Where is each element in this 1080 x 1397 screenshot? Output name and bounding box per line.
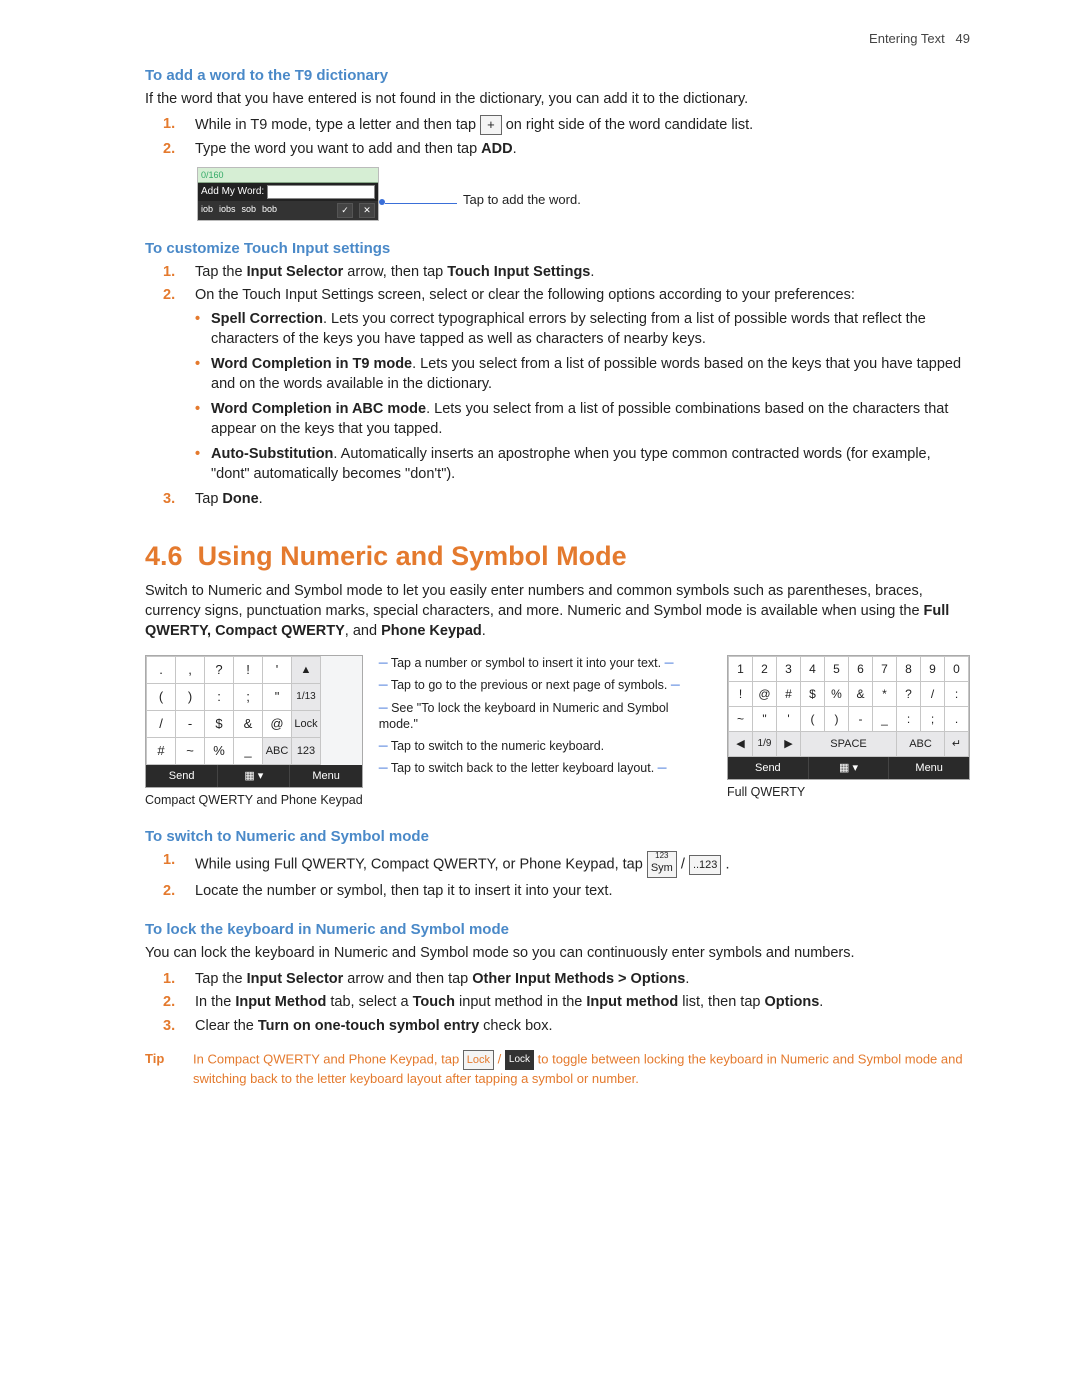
tip: Tip In Compact QWERTY and Phone Keypad, … xyxy=(145,1050,970,1088)
figure-add-word: 0/160 Add My Word: iob iobs sob bob ✓ ✕ … xyxy=(197,167,970,220)
lock-key: Lock xyxy=(292,711,321,738)
sec5-step1: 1. Tap the Input Selector arrow and then… xyxy=(163,970,970,990)
menu-button: Menu xyxy=(290,765,361,787)
callout-dot xyxy=(379,199,385,205)
keyboard-full: 1234567890 !@#$%&*?/: ~"'()-_:;. ◀ 1/9 ▶… xyxy=(727,655,970,780)
123-key: 123 xyxy=(292,738,321,765)
input-selector-icon: ▦ ▾ xyxy=(809,757,890,779)
figure-callouts: ─ Tap a number or symbol to insert it in… xyxy=(379,655,711,783)
send-button: Send xyxy=(146,765,218,787)
callout-text: Tap to add the word. xyxy=(463,191,581,209)
tip-body: In Compact QWERTY and Phone Keypad, tap … xyxy=(193,1050,970,1088)
heading-add-word: To add a word to the T9 dictionary xyxy=(145,66,970,86)
space-key: SPACE xyxy=(801,732,897,757)
sec2-step3: 3. Tap Done. xyxy=(163,490,970,510)
lock-icon-dark: Lock xyxy=(505,1050,534,1070)
pager-compact: 1/13 xyxy=(292,684,321,711)
heading-lock: To lock the keyboard in Numeric and Symb… xyxy=(145,920,970,940)
input-selector-icon: ▦ ▾ xyxy=(218,765,290,787)
sugg-2: sob xyxy=(242,203,257,217)
caption-full: Full QWERTY xyxy=(727,784,970,801)
sec3-intro: Switch to Numeric and Symbol mode to let… xyxy=(145,582,970,641)
section-4-6-title: 4.6 Using Numeric and Symbol Mode xyxy=(145,538,970,574)
char-counter: 0/160 xyxy=(198,168,378,183)
prev-page-icon: ◀ xyxy=(729,732,753,757)
page-number: 49 xyxy=(956,31,970,46)
sugg-1: iobs xyxy=(219,203,236,217)
num123-icon: ..123 xyxy=(689,855,721,875)
check-icon: ✓ xyxy=(337,203,353,217)
chapter-name: Entering Text xyxy=(869,31,945,46)
sec1-step1: 1. While in T9 mode, type a letter and t… xyxy=(163,115,970,135)
abc-key: ABC xyxy=(263,738,292,765)
send-button: Send xyxy=(728,757,809,779)
sec5-step2: 2. In the Input Method tab, select a Tou… xyxy=(163,993,970,1013)
abc-key-full: ABC xyxy=(897,732,945,757)
bullet-spell: Spell Correction. Lets you correct typog… xyxy=(195,310,970,349)
keyboard-figure: .,?!'▲ ():;"1/13 /-$&@Lock #~%_ABC123 Se… xyxy=(145,655,970,809)
sec4-step1: 1. While using Full QWERTY, Compact QWER… xyxy=(163,851,970,878)
enter-icon: ↵ xyxy=(945,732,969,757)
menu-button: Menu xyxy=(889,757,969,779)
intro-add-word: If the word that you have entered is not… xyxy=(145,90,970,110)
addword-field xyxy=(267,185,375,199)
heading-customize: To customize Touch Input settings xyxy=(145,239,970,259)
plus-icon: + xyxy=(480,115,502,135)
lock-icon-light: Lock xyxy=(463,1050,494,1070)
addword-screenshot: 0/160 Add My Word: iob iobs sob bob ✓ ✕ xyxy=(197,167,379,220)
tip-label: Tip xyxy=(145,1050,173,1088)
callout-leader xyxy=(385,203,457,204)
next-page-icon: ▶ xyxy=(777,732,801,757)
sugg-0: iob xyxy=(201,203,213,217)
bullet-wc-t9: Word Completion in T9 mode. Lets you sel… xyxy=(195,355,970,394)
sec5-intro: You can lock the keyboard in Numeric and… xyxy=(145,944,970,964)
caption-compact: Compact QWERTY and Phone Keypad xyxy=(145,792,363,809)
close-icon: ✕ xyxy=(359,203,375,217)
bullet-autosub: Auto-Substitution. Automatically inserts… xyxy=(195,445,970,484)
sec2-step1: 1. Tap the Input Selector arrow, then ta… xyxy=(163,263,970,283)
pager-full: 1/9 xyxy=(753,732,777,757)
sym-icon: 123Sym xyxy=(647,851,677,878)
sec4-step2: 2. Locate the number or symbol, then tap… xyxy=(163,882,970,902)
sec2-step2: 2. On the Touch Input Settings screen, s… xyxy=(163,286,970,484)
running-head: Entering Text 49 xyxy=(145,30,970,48)
sugg-3: bob xyxy=(262,203,277,217)
bullet-wc-abc: Word Completion in ABC mode. Lets you se… xyxy=(195,400,970,439)
sec5-step3: 3. Clear the Turn on one-touch symbol en… xyxy=(163,1017,970,1037)
sec1-step2: 2. Type the word you want to add and the… xyxy=(163,140,970,160)
keyboard-compact: .,?!'▲ ():;"1/13 /-$&@Lock #~%_ABC123 Se… xyxy=(145,655,363,788)
addword-label: Add My Word: xyxy=(201,185,264,199)
heading-switch: To switch to Numeric and Symbol mode xyxy=(145,827,970,847)
